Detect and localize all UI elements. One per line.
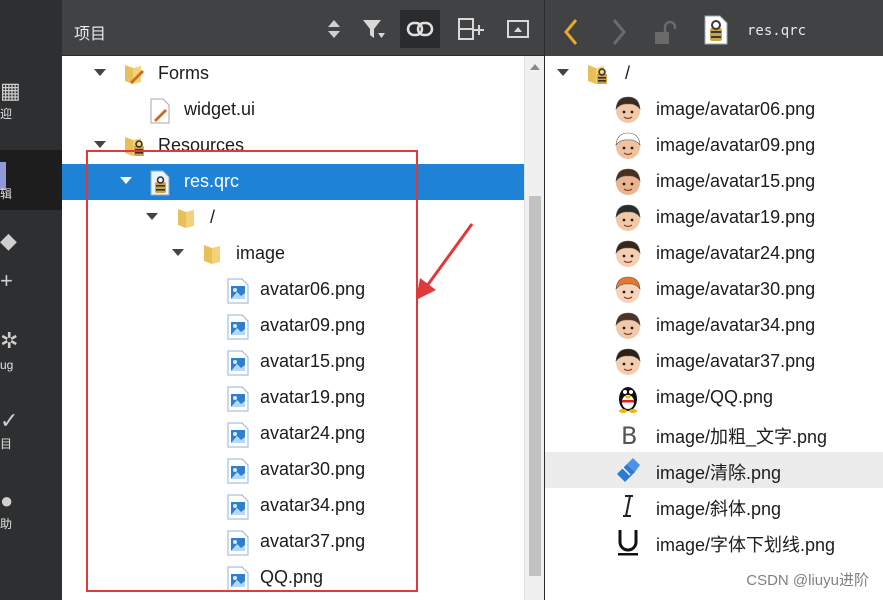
resource-item[interactable]: Bimage/加粗_文字.png <box>545 416 883 452</box>
resource-item-label: image/斜体.png <box>656 499 782 519</box>
resource-item[interactable]: image/avatar30.png <box>545 272 883 308</box>
folder-lock-icon <box>585 62 609 91</box>
split-add-icon[interactable] <box>452 10 492 48</box>
mode-label: 迎 <box>0 107 13 121</box>
svg-text:B: B <box>621 422 637 449</box>
minimize-icon[interactable] <box>498 10 538 48</box>
resource-item[interactable]: image/avatar09.png <box>545 128 883 164</box>
mode-item-6[interactable]: ● 助 <box>0 480 62 540</box>
resource-item-label: image/avatar19.png <box>656 207 816 227</box>
mode-label: 目 <box>0 437 13 451</box>
filter-icon[interactable] <box>354 10 394 48</box>
mode-glyph-icon: ✲ <box>0 328 19 353</box>
resource-item-label: image/加粗_文字.png <box>656 427 828 447</box>
resource-item[interactable]: image/avatar34.png <box>545 308 883 344</box>
mode-glyph-icon: ● <box>0 488 14 513</box>
resource-browser-pane: res.qrc / image/avatar06.png image/avatar0… <box>544 0 883 600</box>
resource-item[interactable]: image/字体下划线.png <box>545 524 883 560</box>
expand-arrow-icon[interactable] <box>94 69 106 76</box>
highlight-box <box>86 150 418 592</box>
avatar-icon <box>613 203 643 233</box>
mode-glyph-icon: ▦ <box>0 78 21 103</box>
resource-item[interactable]: image/avatar24.png <box>545 236 883 272</box>
resource-item[interactable]: image/avatar19.png <box>545 200 883 236</box>
mode-label: ug <box>0 358 14 372</box>
resource-item[interactable]: image/avatar15.png <box>545 164 883 200</box>
annotation-arrow-icon <box>416 223 474 300</box>
resource-item-label: image/字体下划线.png <box>656 535 836 555</box>
expand-arrow-icon[interactable] <box>94 141 106 148</box>
mode-glyph-icon: + <box>0 268 13 293</box>
forward-arrow-icon[interactable] <box>611 18 627 46</box>
avatar-icon <box>613 95 643 125</box>
resource-item-label: image/QQ.png <box>656 387 774 407</box>
unlock-icon[interactable] <box>653 20 677 46</box>
vertical-scrollbar[interactable] <box>524 56 544 600</box>
avatar-icon <box>613 239 643 269</box>
mode-item-3[interactable]: + <box>0 260 62 320</box>
resource-item[interactable]: image/清除.png <box>545 452 883 488</box>
resource-list: / image/avatar06.png image/avatar09.png ima… <box>545 56 883 600</box>
resource-toolbar: res.qrc <box>545 0 883 56</box>
resource-item-label: image/清除.png <box>656 463 782 483</box>
avatar-icon <box>613 167 643 197</box>
resource-item[interactable]: image/斜体.png <box>545 488 883 524</box>
mode-item-4[interactable]: ✲ ug <box>0 320 62 380</box>
avatar-icon <box>613 275 643 305</box>
resource-item-label: image/avatar09.png <box>656 135 816 155</box>
eraser-icon <box>613 455 643 485</box>
resource-item-label: image/avatar30.png <box>656 279 816 299</box>
watermark: CSDN @liuyu进阶 <box>746 572 869 589</box>
project-pane-title: 项目 <box>74 26 107 43</box>
mode-label: 辑 <box>0 187 13 201</box>
back-arrow-icon[interactable] <box>563 18 579 46</box>
resource-root-label: / <box>625 63 631 83</box>
qq-penguin-icon <box>613 383 643 413</box>
sort-arrows-icon[interactable] <box>314 10 354 48</box>
mode-item-1[interactable]: 辑 <box>0 150 62 210</box>
resource-item-label: image/avatar34.png <box>656 315 816 335</box>
link-icon[interactable] <box>400 10 440 48</box>
mode-glyph-icon: ✓ <box>0 408 19 433</box>
mode-label: 助 <box>0 517 13 531</box>
resource-item[interactable]: image/avatar37.png <box>545 344 883 380</box>
resource-item-label: image/avatar06.png <box>656 99 816 119</box>
folder-pen-icon <box>122 62 146 86</box>
resource-path: res.qrc <box>747 23 807 39</box>
resource-item-label: image/avatar37.png <box>656 351 816 371</box>
mode-bar: ▦ 迎辑 ◆ + ✲ ug ✓ 目 ● 助 <box>0 0 62 600</box>
resource-item-label: image/avatar24.png <box>656 243 816 263</box>
resource-item[interactable]: image/QQ.png <box>545 380 883 416</box>
avatar-icon <box>613 131 643 161</box>
project-toolbar: 项目 <box>62 0 544 56</box>
underline-u-icon <box>613 527 643 557</box>
qrc-file-icon <box>704 15 728 45</box>
mode-item-0[interactable]: ▦ 迎 <box>0 70 62 130</box>
bold-b-icon: B <box>613 419 643 450</box>
tree-row[interactable]: widget.ui <box>62 92 524 128</box>
scrollbar-thumb[interactable] <box>529 196 541 576</box>
avatar-icon <box>613 311 643 341</box>
resource-root-row[interactable]: / <box>545 56 883 92</box>
resource-item[interactable]: image/avatar06.png <box>545 92 883 128</box>
italic-i-icon <box>613 491 643 521</box>
tree-row-label: Forms <box>158 63 209 83</box>
ui-file-icon <box>148 98 172 124</box>
expand-arrow-icon[interactable] <box>557 69 569 76</box>
mode-item-5[interactable]: ✓ 目 <box>0 400 62 460</box>
mode-glyph-icon: ◆ <box>0 228 17 253</box>
avatar-icon <box>613 347 643 377</box>
tree-row-label: widget.ui <box>184 99 256 119</box>
resource-item-label: image/avatar15.png <box>656 171 816 191</box>
tree-row[interactable]: Forms <box>62 56 524 92</box>
scroll-up-icon[interactable] <box>530 64 540 70</box>
